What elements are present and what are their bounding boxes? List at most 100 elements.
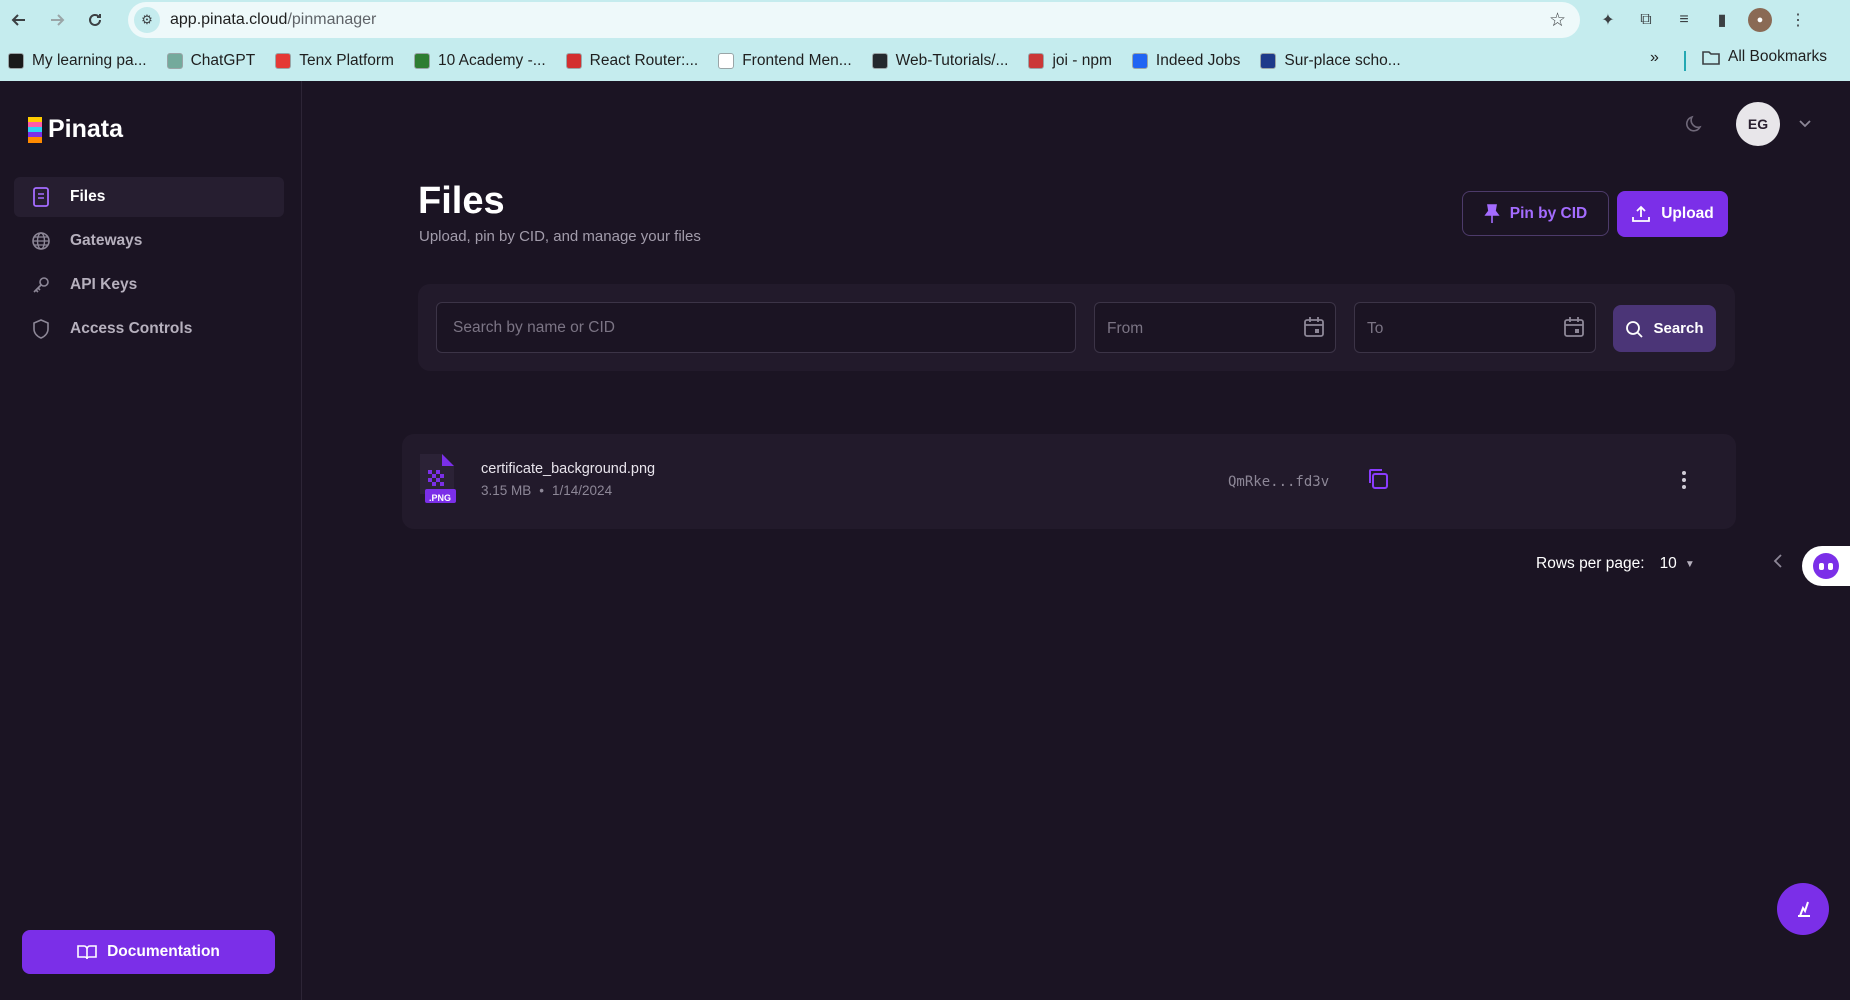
bookmark-favicon-icon (718, 52, 735, 69)
bookmark-favicon-icon (8, 52, 24, 69)
calendar-icon[interactable] (1303, 316, 1325, 338)
chat-assistant-icon (1798, 901, 1810, 917)
pinata-logo[interactable]: Pinata (28, 115, 123, 144)
sidebar-item-files[interactable]: Files (14, 177, 284, 217)
bookmark-item[interactable]: Sur-place scho... (1260, 52, 1401, 70)
folder-icon (1702, 51, 1720, 65)
file-date: 1/14/2024 (552, 483, 613, 498)
documentation-button[interactable]: Documentation (22, 930, 275, 974)
forward-arrow-icon (51, 14, 65, 26)
bookmark-star-icon[interactable]: ☆ (1549, 9, 1566, 32)
extensions-puzzle-icon[interactable]: ⧉ (1634, 8, 1658, 32)
key-icon (30, 274, 52, 296)
sidebar-item-label: Access Controls (70, 320, 193, 337)
calendar-icon[interactable] (1563, 316, 1585, 338)
bookmark-favicon-icon (275, 52, 292, 69)
from-date-field[interactable]: From (1094, 302, 1336, 353)
sidebar-item-label: API Keys (70, 276, 138, 293)
bookmark-favicon-icon (1131, 52, 1148, 69)
dark-mode-toggle-icon[interactable] (1680, 109, 1710, 139)
bookmark-item[interactable]: 10 Academy -... (413, 52, 546, 70)
globe-icon (30, 230, 52, 252)
sidebar-item-label: Gateways (70, 232, 143, 249)
bookmark-item[interactable]: React Router:... (565, 52, 698, 70)
sidebar-item-gateways[interactable]: Gateways (14, 221, 284, 261)
bookmark-favicon-icon (166, 52, 183, 69)
browser-toolbar: ⚙ app.pinata.cloud/pinmanager ☆ ✦ ⧉ ≡ ▮ … (0, 0, 1850, 40)
pagination: Rows per page: 10 ▼ (1536, 555, 1695, 573)
copy-icon[interactable] (1366, 467, 1390, 491)
side-panel-icon[interactable]: ▮ (1710, 8, 1734, 32)
user-avatar[interactable]: EG (1736, 102, 1780, 146)
account-menu-chevron-down-icon[interactable] (1792, 119, 1818, 129)
to-date-field[interactable]: To (1354, 302, 1596, 353)
search-panel: From To Search (418, 284, 1735, 371)
more-options-icon[interactable] (1672, 468, 1696, 492)
help-chat-button[interactable] (1777, 883, 1829, 935)
browser-menu-icon[interactable]: ⋮ (1786, 8, 1810, 32)
bookmark-item[interactable]: Indeed Jobs (1131, 52, 1240, 70)
upload-icon (1632, 205, 1651, 222)
file-name[interactable]: certificate_background.png (481, 461, 655, 477)
sidebar-item-label: Files (70, 188, 106, 205)
address-url[interactable]: app.pinata.cloud/pinmanager (170, 11, 376, 29)
sidebar-nav: Files Gateways API Keys Access Controls (14, 177, 284, 353)
sidebar: Pinata Files Gateways API Keys Access Co… (0, 81, 302, 1000)
forward-button[interactable] (38, 1, 76, 39)
bookmark-favicon-icon (1028, 52, 1045, 69)
browser-profile-avatar[interactable]: ● (1748, 8, 1772, 32)
reload-icon (89, 13, 101, 26)
file-icon (30, 186, 52, 208)
bookmark-item[interactable]: Frontend Men... (718, 52, 852, 70)
pin-by-cid-button[interactable]: Pin by CID (1462, 191, 1609, 236)
page-title: Files (418, 180, 505, 222)
caret-down-icon: ▼ (1684, 558, 1695, 570)
page-subtitle: Upload, pin by CID, and manage your file… (419, 228, 701, 245)
file-row[interactable]: .PNG certificate_background.png 3.15 MB •… (402, 434, 1736, 529)
back-button[interactable] (0, 1, 38, 39)
from-date-placeholder: From (1107, 320, 1144, 337)
search-icon (1626, 320, 1644, 338)
bookmark-favicon-icon (871, 52, 888, 69)
site-settings-icon[interactable]: ⚙ (134, 7, 160, 33)
bookmark-item[interactable]: ChatGPT (166, 52, 255, 70)
bookmark-item[interactable]: My learning pa... (8, 52, 147, 70)
support-widget-tab[interactable] (1802, 546, 1850, 586)
search-button[interactable]: Search (1613, 305, 1716, 352)
bookmarks-divider (1684, 51, 1686, 71)
support-bot-icon (1813, 553, 1839, 579)
meta-separator: • (539, 483, 545, 498)
to-date-placeholder: To (1367, 320, 1384, 337)
bookmark-favicon-icon (1260, 52, 1277, 69)
pinata-logo-mark-icon (28, 116, 42, 143)
file-size: 3.15 MB (481, 483, 532, 498)
file-type-badge: .PNG (429, 493, 452, 503)
sidebar-item-api-keys[interactable]: API Keys (14, 265, 284, 305)
rows-per-page-label: Rows per page: (1536, 555, 1645, 572)
extension-icon[interactable]: ✦ (1596, 8, 1620, 32)
previous-page-chevron-icon[interactable] (1773, 553, 1783, 574)
rows-per-page-select[interactable]: 10 ▼ (1660, 555, 1695, 573)
shield-icon (30, 318, 52, 340)
bookmark-item[interactable]: Web-Tutorials/... (871, 52, 1008, 70)
pin-icon (1484, 203, 1500, 223)
bookmark-item[interactable]: joi - npm (1028, 52, 1112, 70)
sidebar-item-access-controls[interactable]: Access Controls (14, 309, 284, 349)
account-controls: EG (1680, 101, 1818, 147)
bookmark-item[interactable]: Tenx Platform (275, 52, 394, 70)
file-cid: QmRke...fd3v (1228, 474, 1330, 490)
upload-button[interactable]: Upload (1617, 191, 1728, 237)
reload-button[interactable] (76, 1, 114, 39)
back-arrow-icon (11, 14, 25, 26)
bookmark-favicon-icon (565, 52, 582, 69)
bookmark-favicon-icon (413, 52, 430, 69)
browser-extension-icons: ✦ ⧉ ≡ ▮ ● ⋮ (1596, 0, 1810, 40)
bookmarks-more-button[interactable]: » (1650, 49, 1659, 67)
all-bookmarks-button[interactable]: All Bookmarks (1702, 48, 1827, 66)
media-control-icon[interactable]: ≡ (1672, 8, 1696, 32)
address-bar[interactable]: ⚙ app.pinata.cloud/pinmanager ☆ (128, 2, 1580, 38)
file-meta: 3.15 MB • 1/14/2024 (481, 483, 612, 498)
brand-name: Pinata (48, 115, 124, 143)
book-icon (77, 945, 97, 960)
search-input[interactable] (436, 302, 1076, 353)
